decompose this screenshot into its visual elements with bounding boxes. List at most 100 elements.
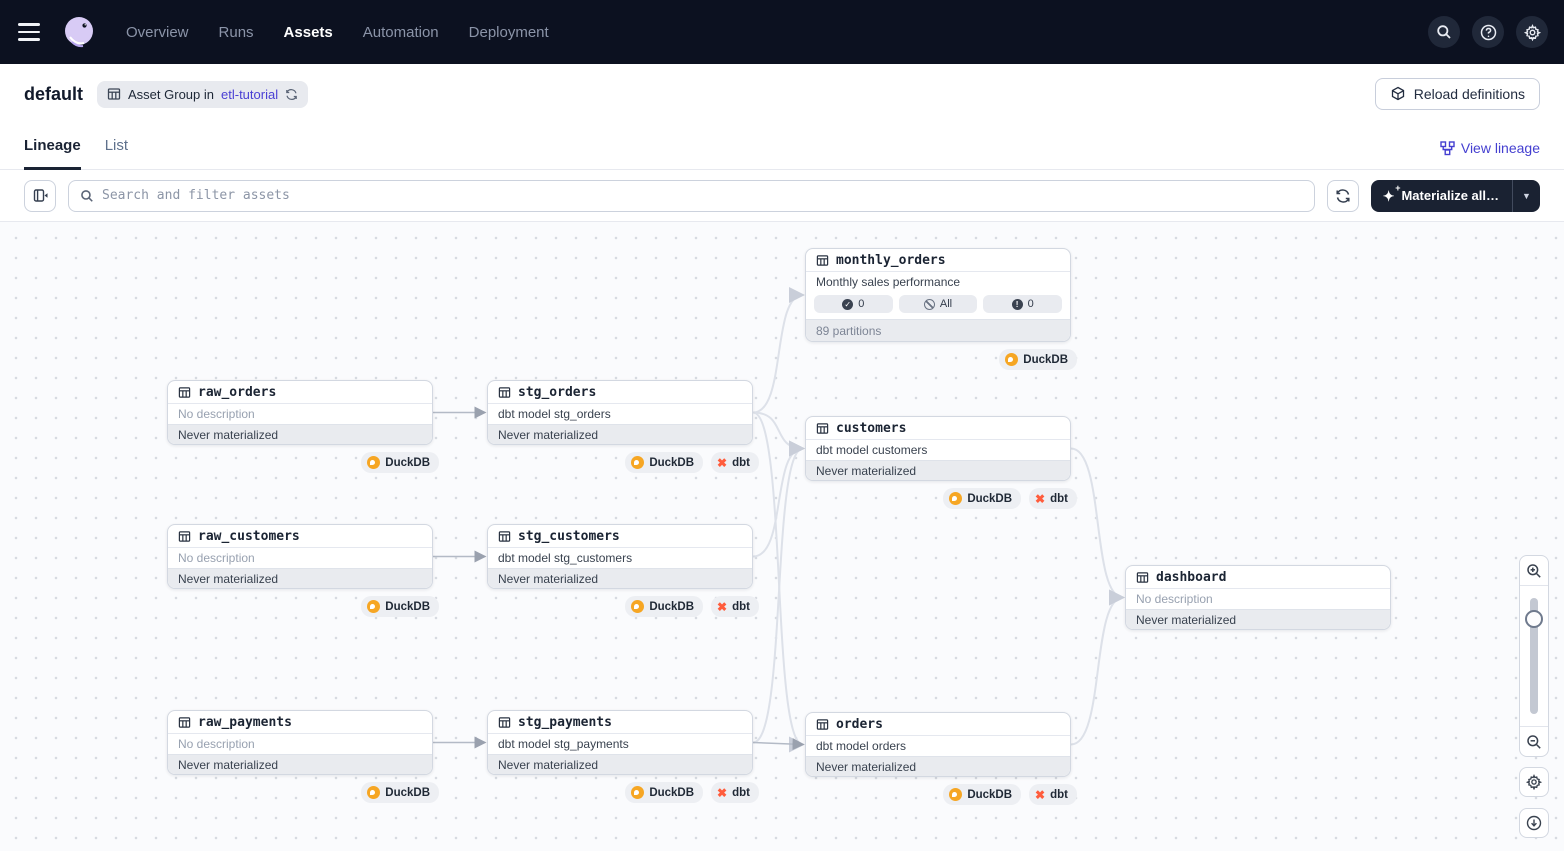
materialize-dropdown-caret[interactable]: ▼ [1513,191,1540,201]
edge-stg_payments-to-orders [753,743,803,745]
duckdb-icon [631,786,644,799]
search-input[interactable] [102,188,1303,203]
dbt-badge[interactable]: ✖dbt [1029,488,1077,509]
refresh-graph-icon[interactable] [1327,180,1359,212]
asset-node-raw_payments[interactable]: raw_payments No description Never materi… [167,710,433,775]
zoom-in-icon[interactable] [1520,556,1548,586]
duckdb-badge[interactable]: DuckDB [943,488,1021,509]
reload-repo-icon[interactable] [285,88,298,101]
duckdb-icon [367,786,380,799]
asset-description: dbt model stg_orders [488,404,752,424]
duckdb-icon [1005,353,1018,366]
asset-node-stg_customers[interactable]: stg_customers dbt model stg_customers Ne… [487,524,753,589]
partition-pill[interactable]: All [899,295,978,313]
code-location-icon [1390,86,1406,102]
repo-link[interactable]: etl-tutorial [221,87,278,102]
dagster-logo[interactable] [60,13,98,51]
toggle-sidebar-icon[interactable] [24,180,56,212]
kind-badges-stg_orders: DuckDB ✖dbt [487,452,759,473]
asset-node-stg_orders[interactable]: stg_orders dbt model stg_orders Never ma… [487,380,753,445]
partition-pill[interactable]: 0 [814,295,893,313]
lineage-icon [1440,141,1455,156]
tab-lineage[interactable]: Lineage [24,137,81,170]
table-icon [816,254,829,267]
lineage-canvas[interactable]: monthly_orders Monthly sales performance… [0,222,1564,851]
lineage-toolbar: ✦ Materialize all… ▼ [0,170,1564,222]
asset-name: raw_orders [198,385,276,400]
asset-node-dashboard[interactable]: dashboard No description Never materiali… [1125,565,1391,630]
duckdb-badge[interactable]: DuckDB [361,596,439,617]
table-icon [107,87,121,101]
duckdb-badge[interactable]: DuckDB [361,782,439,803]
dbt-icon: ✖ [1035,493,1045,505]
nav-item-automation[interactable]: Automation [363,24,439,41]
reload-definitions-button[interactable]: Reload definitions [1375,78,1540,110]
asset-name: orders [836,717,883,732]
partition-pill[interactable]: 0 [983,295,1062,313]
asset-node-stg_payments[interactable]: stg_payments dbt model stg_payments Neve… [487,710,753,775]
kind-badges-stg_customers: DuckDB ✖dbt [487,596,759,617]
asset-name: dashboard [1156,570,1226,585]
help-icon[interactable] [1472,16,1504,48]
view-lineage-link[interactable]: View lineage [1440,140,1540,169]
menu-icon[interactable] [16,14,52,50]
nav-item-runs[interactable]: Runs [219,24,254,41]
table-icon [816,422,829,435]
search-icon[interactable] [1428,16,1460,48]
table-icon [178,716,191,729]
sparkle-icon: ✦ [1383,189,1395,203]
dbt-badge[interactable]: ✖dbt [1029,784,1077,805]
kind-badges-raw_orders: DuckDB [167,452,439,473]
settings-gear-icon[interactable] [1516,16,1548,48]
asset-name: monthly_orders [836,253,946,268]
kind-badges-raw_customers: DuckDB [167,596,439,617]
nav-item-overview[interactable]: Overview [126,24,189,41]
nav-item-assets[interactable]: Assets [284,24,333,41]
edge-orders-to-dashboard [1071,598,1123,745]
materialize-all-button[interactable]: ✦ Materialize all… [1371,188,1512,203]
zoom-slider[interactable] [1520,586,1548,726]
asset-group-label: Asset Group in [128,87,214,102]
duckdb-badge[interactable]: DuckDB [943,784,1021,805]
duckdb-badge[interactable]: DuckDB [625,596,703,617]
duckdb-badge[interactable]: DuckDB [361,452,439,473]
asset-description: dbt model stg_payments [488,734,752,754]
check-circle-icon [842,299,853,310]
tab-list[interactable]: List [105,137,128,170]
alert-circle-icon [1012,299,1023,310]
dbt-icon: ✖ [717,601,727,613]
duckdb-icon [631,600,644,613]
dbt-badge[interactable]: ✖dbt [711,596,759,617]
duckdb-badge[interactable]: DuckDB [999,349,1077,370]
recenter-icon[interactable] [1519,808,1549,838]
asset-node-monthly_orders[interactable]: monthly_orders Monthly sales performance… [805,248,1071,342]
table-icon [1136,571,1149,584]
asset-name: customers [836,421,906,436]
asset-node-raw_customers[interactable]: raw_customers No description Never mater… [167,524,433,589]
asset-node-raw_orders[interactable]: raw_orders No description Never material… [167,380,433,445]
nav-item-deployment[interactable]: Deployment [469,24,549,41]
graph-settings-icon[interactable] [1519,767,1549,797]
dbt-badge[interactable]: ✖dbt [711,782,759,803]
zoom-out-icon[interactable] [1520,726,1548,756]
dbt-icon: ✖ [1035,789,1045,801]
table-icon [498,530,511,543]
asset-status: Never materialized [488,568,752,588]
edge-stg_customers-to-customers [753,449,803,557]
dbt-badge[interactable]: ✖dbt [711,452,759,473]
asset-node-orders[interactable]: orders dbt model orders Never materializ… [805,712,1071,777]
materialize-all-button-group: ✦ Materialize all… ▼ [1371,180,1540,212]
zoom-slider-thumb[interactable] [1525,610,1543,628]
duckdb-icon [949,492,962,505]
duckdb-badge[interactable]: DuckDB [625,782,703,803]
asset-status: Never materialized [168,424,432,444]
edge-stg_payments-to-customers [753,449,803,743]
table-icon [498,386,511,399]
asset-name: stg_customers [518,529,620,544]
partition-count: 89 partitions [806,319,1070,341]
asset-node-customers[interactable]: customers dbt model customers Never mate… [805,416,1071,481]
duckdb-badge[interactable]: DuckDB [625,452,703,473]
asset-group-badge: Asset Group in etl-tutorial [97,81,308,108]
page-header: default Asset Group in etl-tutorial Relo… [0,64,1564,124]
page-title: default [24,84,83,105]
